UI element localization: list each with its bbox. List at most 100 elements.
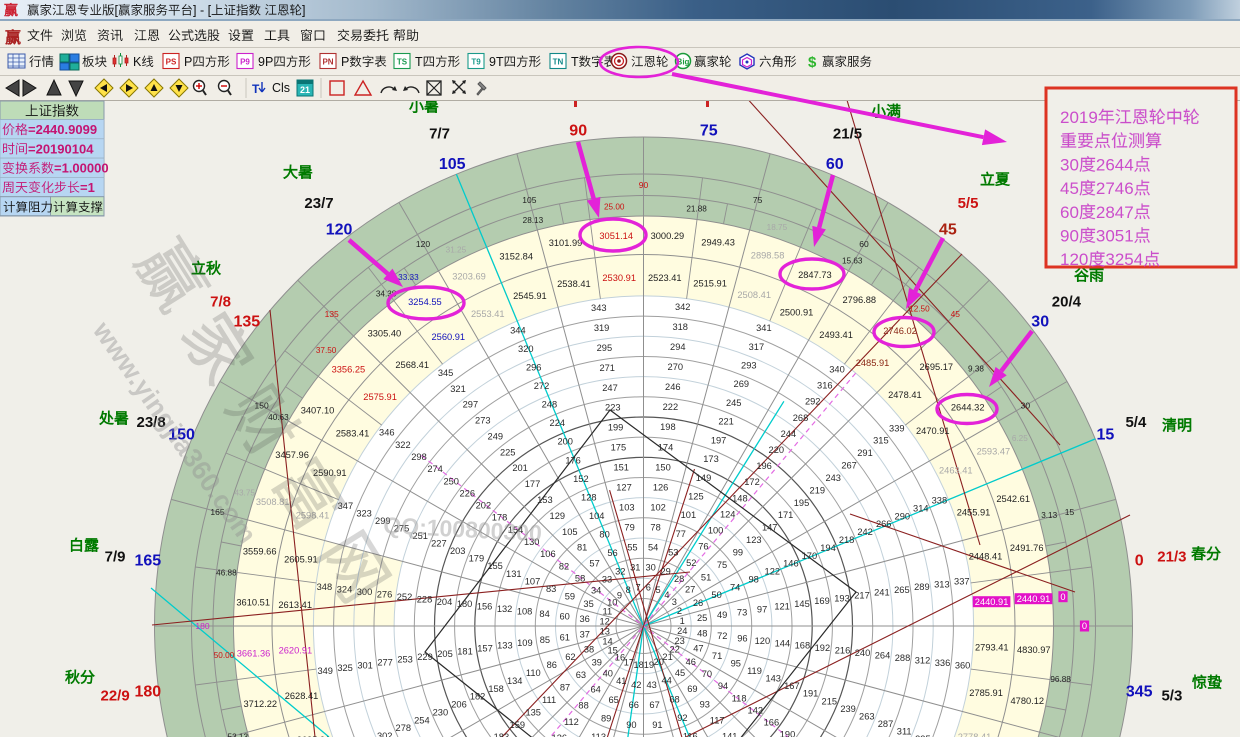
- svg-text:P: P: [184, 55, 192, 69]
- svg-text:50.00: 50.00: [214, 651, 235, 660]
- svg-text:19: 19: [644, 660, 654, 670]
- svg-text:15.63: 15.63: [842, 257, 863, 266]
- svg-text:134: 134: [507, 676, 523, 686]
- svg-text:55: 55: [627, 543, 637, 553]
- svg-text:2785.91: 2785.91: [969, 688, 1003, 698]
- svg-text:204: 204: [437, 597, 453, 607]
- svg-text:177: 177: [525, 479, 541, 489]
- svg-text:301: 301: [357, 660, 373, 670]
- svg-text:30: 30: [1060, 155, 1079, 174]
- svg-text:2493.41: 2493.41: [819, 330, 853, 340]
- svg-text:38: 38: [584, 644, 594, 654]
- svg-text:46: 46: [686, 657, 696, 667]
- svg-text:22/9: 22/9: [100, 688, 129, 705]
- svg-text:6.25: 6.25: [1012, 434, 1028, 443]
- svg-text:132: 132: [497, 604, 513, 614]
- svg-text:49: 49: [717, 610, 727, 620]
- svg-text:7/8: 7/8: [210, 294, 231, 311]
- svg-text:131: 131: [506, 569, 522, 579]
- svg-text:183: 183: [494, 732, 510, 737]
- svg-text:18: 18: [634, 660, 644, 670]
- svg-text:62: 62: [565, 652, 575, 662]
- svg-text:5/3: 5/3: [1161, 688, 1182, 705]
- svg-text:66: 66: [629, 700, 639, 710]
- svg-text:169: 169: [814, 596, 830, 606]
- svg-text:2470.91: 2470.91: [916, 426, 950, 436]
- svg-text:2523.41: 2523.41: [648, 273, 682, 283]
- svg-text:245: 245: [726, 398, 742, 408]
- svg-text:3.13: 3.13: [1041, 511, 1057, 520]
- svg-text:5: 5: [656, 585, 661, 595]
- svg-text:23: 23: [675, 636, 685, 646]
- svg-text:]: ]: [302, 4, 305, 18]
- svg-text:54: 54: [648, 542, 658, 552]
- svg-text:3457.96: 3457.96: [275, 450, 309, 460]
- svg-text:45: 45: [951, 309, 961, 319]
- svg-text:9.38: 9.38: [968, 364, 984, 373]
- svg-text:50: 50: [711, 590, 721, 600]
- svg-text:302: 302: [377, 731, 393, 737]
- svg-text:201: 201: [512, 463, 528, 473]
- svg-text:28.13: 28.13: [523, 216, 544, 225]
- svg-text:157: 157: [477, 644, 493, 654]
- svg-text:60: 60: [560, 612, 570, 622]
- svg-text:12.50: 12.50: [909, 304, 930, 313]
- svg-text:2530.91: 2530.91: [602, 273, 636, 283]
- svg-text:341: 341: [756, 323, 772, 333]
- svg-text:57: 57: [589, 559, 599, 569]
- svg-text:21: 21: [300, 85, 310, 95]
- svg-text:29: 29: [661, 566, 671, 576]
- svg-text:248: 248: [542, 400, 558, 410]
- svg-text:71: 71: [712, 651, 722, 661]
- svg-text:2538.41: 2538.41: [557, 279, 591, 289]
- svg-text:176: 176: [565, 455, 581, 465]
- svg-text:60: 60: [826, 156, 844, 173]
- svg-text:2847.73: 2847.73: [798, 270, 832, 280]
- svg-text:181: 181: [457, 646, 473, 656]
- svg-text:T: T: [415, 55, 423, 69]
- svg-text:2463.41: 2463.41: [939, 466, 973, 476]
- svg-text:173: 173: [703, 454, 719, 464]
- svg-text:239: 239: [840, 704, 856, 714]
- svg-text:7/9: 7/9: [105, 548, 126, 565]
- svg-text:135: 135: [325, 309, 339, 319]
- svg-text:273: 273: [475, 416, 491, 426]
- svg-text:2515.91: 2515.91: [693, 279, 727, 289]
- svg-text:360: 360: [955, 660, 971, 670]
- svg-text:250: 250: [443, 476, 459, 486]
- svg-text:180: 180: [457, 599, 473, 609]
- svg-text:61: 61: [560, 632, 570, 642]
- svg-text:2478.41: 2478.41: [888, 390, 922, 400]
- svg-text:102: 102: [650, 502, 666, 512]
- svg-text:136: 136: [552, 733, 568, 737]
- svg-text:142: 142: [748, 705, 764, 715]
- svg-text:47: 47: [693, 643, 703, 653]
- svg-text:=1: =1: [80, 180, 95, 195]
- svg-text:3000.29: 3000.29: [651, 231, 685, 241]
- svg-text:76: 76: [698, 542, 708, 552]
- svg-text:144: 144: [775, 638, 791, 648]
- svg-text:15: 15: [1097, 427, 1115, 444]
- svg-text:101: 101: [681, 510, 697, 520]
- svg-text:21/3: 21/3: [1157, 548, 1186, 565]
- svg-text:171: 171: [778, 510, 794, 520]
- svg-text:179: 179: [469, 554, 485, 564]
- svg-text:159: 159: [510, 720, 526, 730]
- svg-text:180: 180: [134, 683, 161, 700]
- svg-text:81: 81: [577, 543, 587, 553]
- svg-text:342: 342: [675, 302, 691, 312]
- svg-text:264: 264: [875, 651, 891, 661]
- svg-text:2545.91: 2545.91: [513, 291, 547, 301]
- svg-text:25: 25: [697, 613, 707, 623]
- svg-text:2508.41: 2508.41: [737, 290, 771, 300]
- svg-text:243: 243: [825, 473, 841, 483]
- svg-text:297: 297: [463, 400, 479, 410]
- svg-text:3712.22: 3712.22: [243, 699, 277, 709]
- svg-text:90: 90: [626, 720, 636, 730]
- svg-text:314: 314: [913, 504, 929, 514]
- svg-text:95: 95: [731, 659, 741, 669]
- svg-text:111: 111: [542, 695, 556, 705]
- svg-text:108: 108: [517, 607, 533, 617]
- svg-text:168: 168: [795, 641, 811, 651]
- svg-text:0: 0: [1060, 592, 1065, 602]
